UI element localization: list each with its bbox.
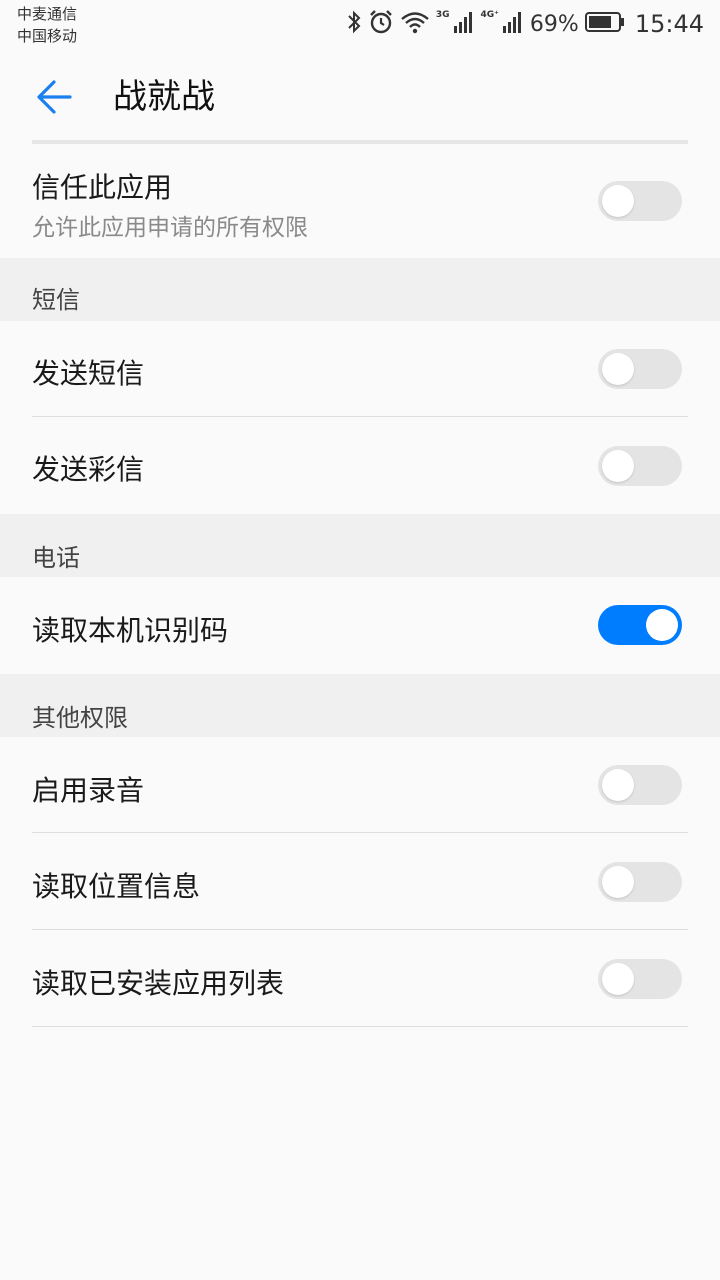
network-type-2: 4G⁺ <box>480 10 499 20</box>
send-mms-toggle[interactable] <box>598 446 682 486</box>
installed-apps-toggle[interactable] <box>598 959 682 999</box>
battery-percent: 69% <box>529 11 579 37</box>
back-button[interactable] <box>30 74 80 120</box>
read-device-id-toggle[interactable] <box>598 605 682 645</box>
section-title: 短信 <box>32 286 80 314</box>
section-title: 电话 <box>32 544 80 572</box>
bluetooth-icon <box>346 9 362 39</box>
trust-app-row[interactable]: 信任此应用 允许此应用申请的所有权限 <box>0 144 720 258</box>
permission-row-installed-apps[interactable]: 读取已安装应用列表 <box>0 930 720 1027</box>
row-divider <box>32 1026 688 1027</box>
permission-row-send-sms[interactable]: 发送短信 <box>0 321 720 417</box>
section-title: 其他权限 <box>32 704 128 732</box>
permission-label: 读取位置信息 <box>32 870 201 903</box>
toggle-knob <box>602 866 634 898</box>
toggle-knob <box>602 185 634 217</box>
wifi-icon <box>400 10 430 38</box>
permission-label: 读取已安装应用列表 <box>32 967 285 1000</box>
permission-label: 发送彩信 <box>32 453 145 486</box>
toggle-knob <box>602 450 634 482</box>
permission-row-send-mms[interactable]: 发送彩信 <box>0 417 720 514</box>
status-icons: 3G 4G⁺ 69% 15:44 <box>346 8 704 40</box>
send-sms-toggle[interactable] <box>598 349 682 389</box>
section-header-phone: 电话 <box>0 514 720 577</box>
section-header-sms: 短信 <box>0 258 720 321</box>
clock: 15:44 <box>634 10 704 38</box>
battery-icon <box>584 11 625 37</box>
record-audio-toggle[interactable] <box>598 765 682 805</box>
carrier-primary: 中麦通信 <box>17 5 78 23</box>
trust-app-label: 信任此应用 <box>32 171 173 204</box>
section-header-other: 其他权限 <box>0 674 720 737</box>
permission-row-record-audio[interactable]: 启用录音 <box>0 737 720 833</box>
signal-icon <box>453 10 475 38</box>
location-toggle[interactable] <box>598 862 682 902</box>
permission-row-location[interactable]: 读取位置信息 <box>0 833 720 930</box>
trust-app-toggle[interactable] <box>598 181 682 221</box>
signal-icon <box>502 10 524 38</box>
alarm-icon <box>368 9 394 39</box>
permission-label: 启用录音 <box>32 774 145 807</box>
toggle-knob <box>646 609 678 641</box>
page-title: 战就战 <box>113 77 215 117</box>
permission-label: 发送短信 <box>32 357 145 390</box>
toggle-knob <box>602 769 634 801</box>
status-bar: 中麦通信 中国移动 3G 4G⁺ 69% 15:44 <box>0 0 720 50</box>
toggle-knob <box>602 353 634 385</box>
title-bar: 战就战 <box>0 50 720 140</box>
back-arrow-icon <box>30 80 80 124</box>
trust-app-sublabel: 允许此应用申请的所有权限 <box>32 215 308 241</box>
permission-label: 读取本机识别码 <box>32 614 229 647</box>
toggle-knob <box>602 963 634 995</box>
network-type-1: 3G <box>435 10 450 20</box>
carrier-secondary: 中国移动 <box>17 27 78 45</box>
permission-row-read-device-id[interactable]: 读取本机识别码 <box>0 577 720 674</box>
